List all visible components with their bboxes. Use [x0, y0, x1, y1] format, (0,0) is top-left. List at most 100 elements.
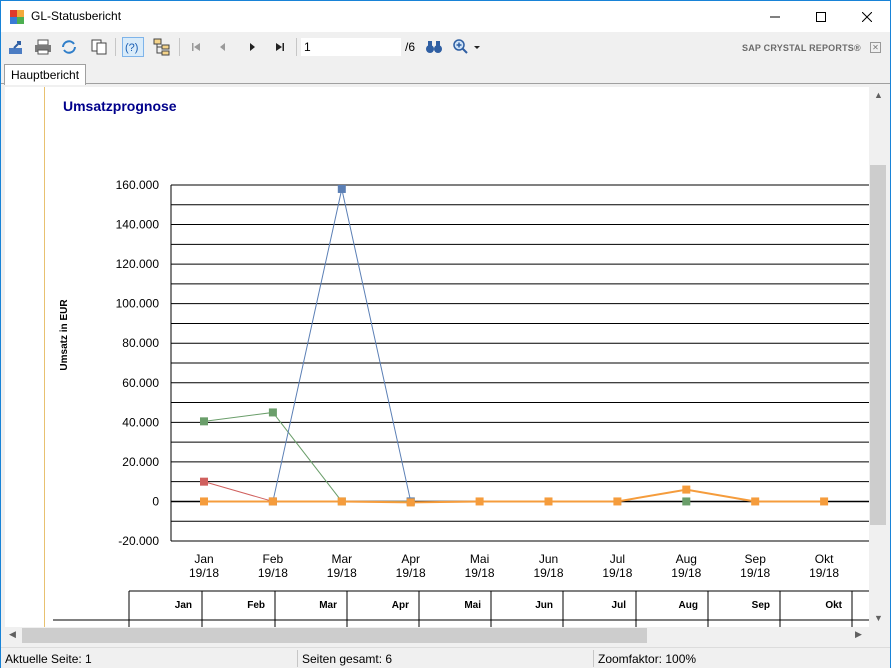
tab-hauptbericht[interactable]: Hauptbericht	[4, 64, 87, 85]
zoom-dropdown[interactable]	[451, 37, 481, 57]
y-tick-label: 40.000	[122, 415, 159, 429]
y-tick-label: 120.000	[116, 257, 160, 271]
data-point	[613, 497, 622, 506]
table-header-cell: Okt	[825, 600, 842, 611]
table-header-cell: Jun	[535, 600, 553, 611]
page-number-input[interactable]	[301, 38, 401, 56]
y-tick-label: 0	[152, 494, 159, 508]
data-point	[682, 485, 691, 494]
app-icon	[10, 10, 24, 24]
y-tick-label: 80.000	[122, 336, 159, 350]
horizontal-scrollbar[interactable]: ◀ ▶	[5, 627, 869, 644]
page-total-label: /6	[405, 40, 416, 54]
report-title: Umsatzprognose	[63, 98, 177, 114]
table-header-cell: Jan	[175, 600, 192, 611]
scroll-up-icon[interactable]: ▲	[874, 90, 883, 100]
print-button[interactable]	[32, 37, 54, 57]
table-header-cell: Jul	[612, 600, 627, 611]
last-page-button[interactable]	[269, 37, 291, 57]
data-point	[200, 477, 208, 486]
data-point	[682, 497, 691, 506]
brand-logo: SAP CRYSTAL REPORTS®	[742, 43, 861, 53]
x-tick-label: Jun	[539, 552, 558, 566]
window-title: GL-Statusbericht	[31, 9, 122, 23]
data-point	[544, 497, 553, 506]
y-tick-label: 100.000	[116, 297, 160, 311]
copy-button[interactable]	[88, 37, 110, 57]
x-tick-label-year: 19/18	[809, 566, 839, 580]
table-header-cell: Sep	[752, 600, 770, 611]
table-header-cell: Aug	[679, 600, 698, 611]
help-icon: (?)	[125, 42, 138, 54]
data-point	[337, 184, 346, 193]
x-tick-label-year: 19/18	[258, 566, 288, 580]
find-button[interactable]	[423, 37, 445, 57]
toolbar: (?) /6 SAP CRYSTAL REPORTS® ✕	[1, 32, 890, 62]
y-tick-label: 140.000	[116, 218, 160, 232]
group-tree-icon	[153, 38, 170, 56]
report-viewer: Umsatzprognose Umsatz in EUR 160.000 140.…	[5, 87, 869, 627]
x-tick-label: Aug	[676, 552, 697, 566]
zoom-icon	[453, 39, 480, 54]
data-point	[200, 417, 208, 426]
y-tick-label: 20.000	[122, 455, 159, 469]
close-report-button[interactable]: ✕	[870, 42, 881, 53]
first-page-button[interactable]	[185, 37, 207, 57]
data-point	[337, 497, 346, 506]
x-tick-label-year: 19/18	[465, 566, 495, 580]
binoculars-icon	[426, 41, 442, 53]
copy-icon	[91, 39, 107, 55]
previous-page-button[interactable]	[212, 37, 234, 57]
x-tick-label: Sep	[745, 552, 767, 566]
refresh-button[interactable]	[58, 37, 80, 57]
first-page-icon	[192, 43, 200, 51]
zoom-status: Zoomfaktor: 100%	[598, 652, 697, 666]
previous-page-icon	[220, 43, 225, 51]
x-tick-label-year: 19/18	[602, 566, 632, 580]
x-tick-label: Okt	[815, 552, 834, 566]
app-window: GL-Statusbericht (?) 1 /6 SAP CRYSTAL RE…	[0, 0, 891, 668]
status-bar: Aktuelle Seite: 1 Seiten gesamt: 6 Zoomf…	[1, 647, 890, 668]
x-tick-label: Feb	[263, 552, 284, 566]
current-page-status: Aktuelle Seite: 1	[5, 652, 92, 666]
close-button[interactable]	[844, 1, 890, 32]
data-point	[820, 497, 829, 506]
export-button[interactable]	[6, 37, 28, 57]
report-page: Umsatzprognose Umsatz in EUR 160.000 140.…	[19, 87, 869, 627]
help-button[interactable]: (?)	[122, 37, 144, 57]
group-tree-button[interactable]	[151, 37, 173, 57]
table-header-cell: Feb	[247, 600, 265, 611]
x-tick-label: Mar	[331, 552, 352, 566]
data-point	[406, 498, 415, 507]
minimize-button[interactable]	[752, 1, 798, 32]
x-tick-label-year: 19/18	[327, 566, 357, 580]
data-point	[475, 497, 484, 506]
vertical-scrollbar[interactable]: ▲ ▼	[869, 87, 887, 627]
last-page-icon	[276, 43, 284, 51]
x-tick-label-year: 19/18	[533, 566, 563, 580]
y-tick-label: -20.000	[118, 534, 159, 548]
vertical-scroll-thumb[interactable]	[870, 165, 886, 525]
scroll-down-icon[interactable]: ▼	[874, 613, 883, 623]
total-pages-status: Seiten gesamt: 6	[302, 652, 393, 666]
scroll-left-icon[interactable]: ◀	[9, 629, 16, 640]
x-tick-label: Mai	[470, 552, 489, 566]
close-icon	[862, 11, 872, 22]
next-page-icon	[250, 43, 255, 51]
data-point	[268, 408, 277, 417]
x-tick-label: Jul	[610, 552, 625, 566]
horizontal-scroll-thumb[interactable]	[22, 628, 647, 643]
maximize-button[interactable]	[798, 1, 844, 32]
next-page-button[interactable]	[241, 37, 263, 57]
y-axis-label: Umsatz in EUR	[59, 299, 70, 371]
table-header-cell: Apr	[392, 600, 409, 611]
x-tick-label: Jan	[194, 552, 213, 566]
x-tick-label-year: 19/18	[671, 566, 701, 580]
data-point	[268, 497, 277, 506]
svg-text:(?): (?)	[125, 42, 138, 54]
data-point	[751, 497, 760, 506]
y-tick-label: 160.000	[116, 178, 160, 192]
data-point	[200, 497, 208, 506]
x-tick-label-year: 19/18	[740, 566, 770, 580]
scroll-right-icon[interactable]: ▶	[855, 629, 862, 640]
